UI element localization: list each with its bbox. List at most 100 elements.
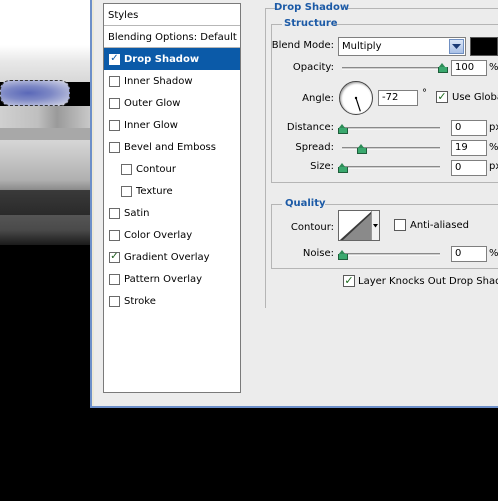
group-border: [265, 8, 266, 308]
style-item-gradient-overlay[interactable]: Gradient Overlay: [104, 246, 240, 268]
distance-input[interactable]: 0: [451, 120, 487, 136]
style-item-satin[interactable]: Satin: [104, 202, 240, 224]
use-global-light-checkbox[interactable]: [436, 91, 448, 103]
noise-input[interactable]: 0: [451, 246, 487, 262]
style-item-inner-glow[interactable]: Inner Glow: [104, 114, 240, 136]
styles-list: StylesBlending Options: Default Drop Shad…: [103, 3, 241, 393]
angle-label: Angle:: [302, 93, 334, 104]
drop-shadow-title: Drop Shadow: [274, 2, 350, 13]
style-checkbox-texture[interactable]: [121, 185, 132, 197]
noise-label: Noise:: [302, 248, 334, 259]
layer-knocks-out-label: Layer Knocks Out Drop Shadow: [358, 276, 498, 287]
style-item-color-overlay[interactable]: Color Overlay: [104, 224, 240, 246]
style-item-label: Outer Glow: [124, 97, 181, 109]
opacity-unit: %: [489, 62, 498, 73]
anti-aliased-checkbox[interactable]: [394, 219, 406, 231]
style-item-stroke[interactable]: Stroke: [104, 290, 240, 312]
size-unit: px: [489, 161, 498, 172]
style-item-drop-shadow[interactable]: Drop Shadow: [104, 48, 240, 70]
distance-slider-track[interactable]: [342, 127, 440, 130]
layer-knocks-out-checkbox[interactable]: [343, 275, 355, 287]
style-checkbox-stroke[interactable]: [109, 295, 120, 307]
canvas-band: [0, 190, 95, 215]
noise-slider-track[interactable]: [342, 253, 440, 256]
angle-unit: °: [422, 88, 427, 99]
style-checkbox-satin[interactable]: [109, 207, 120, 219]
distance-unit: px: [489, 122, 498, 133]
noise-slider-thumb[interactable]: [338, 250, 348, 260]
style-item-pattern-overlay[interactable]: Pattern Overlay: [104, 268, 240, 290]
quality-title: Quality: [285, 198, 326, 209]
style-item-inner-shadow[interactable]: Inner Shadow: [104, 70, 240, 92]
style-checkbox-contour[interactable]: [121, 163, 132, 175]
style-item-contour[interactable]: Contour: [104, 158, 240, 180]
style-item-label: Gradient Overlay: [124, 251, 210, 263]
angle-input[interactable]: -72: [378, 90, 418, 106]
noise-unit: %: [489, 248, 498, 259]
chevron-down-icon[interactable]: [449, 39, 464, 54]
distance-slider-thumb[interactable]: [338, 124, 348, 134]
style-checkbox-drop-shadow[interactable]: [109, 53, 120, 65]
blending-options-item[interactable]: Blending Options: Default: [104, 26, 240, 48]
structure-title: Structure: [284, 18, 338, 29]
contour-picker[interactable]: [338, 210, 380, 241]
styles-header[interactable]: Styles: [104, 4, 240, 26]
structure-border: [271, 182, 498, 183]
canvas-band: [0, 140, 95, 190]
size-slider-thumb[interactable]: [338, 163, 348, 173]
style-item-label: Contour: [136, 163, 176, 175]
blend-mode-select[interactable]: Multiply: [338, 37, 466, 56]
shadow-color-swatch[interactable]: [470, 37, 498, 56]
distance-label: Distance:: [286, 122, 334, 133]
angle-dial[interactable]: [339, 81, 373, 115]
contour-preview-icon: [340, 211, 372, 240]
stage: StylesBlending Options: Default Drop Shad…: [0, 0, 498, 501]
spread-label: Spread:: [295, 142, 334, 153]
style-item-bevel-and-emboss[interactable]: Bevel and Emboss: [104, 136, 240, 158]
style-item-label: Stroke: [124, 295, 156, 307]
opacity-slider-track[interactable]: [342, 67, 442, 70]
style-item-label: Satin: [124, 207, 150, 219]
structure-border: [271, 24, 282, 25]
style-item-label: Inner Glow: [124, 119, 178, 131]
style-checkbox-inner-glow[interactable]: [109, 119, 120, 131]
opacity-slider-thumb[interactable]: [438, 63, 448, 73]
size-label: Size:: [310, 161, 334, 172]
style-checkbox-bevel-and-emboss[interactable]: [109, 141, 120, 153]
blend-mode-value: Multiply: [342, 41, 382, 52]
style-item-texture[interactable]: Texture: [104, 180, 240, 202]
style-checkbox-inner-shadow[interactable]: [109, 75, 120, 87]
style-item-outer-glow[interactable]: Outer Glow: [104, 92, 240, 114]
style-item-label: Bevel and Emboss: [124, 141, 216, 153]
style-item-label: Texture: [136, 185, 173, 197]
contour-label: Contour:: [290, 222, 334, 233]
style-item-label: Pattern Overlay: [124, 273, 203, 285]
blend-mode-label: Blend Mode:: [271, 40, 334, 51]
style-checkbox-outer-glow[interactable]: [109, 97, 120, 109]
canvas-selection: [0, 80, 70, 106]
spread-slider-thumb[interactable]: [356, 144, 367, 154]
style-item-label: Color Overlay: [124, 229, 193, 241]
opacity-input[interactable]: 100: [451, 60, 487, 76]
anti-aliased-label: Anti-aliased: [410, 220, 470, 231]
style-item-label: Inner Shadow: [124, 75, 193, 87]
structure-border: [334, 24, 498, 25]
canvas-band: [0, 106, 95, 128]
size-slider-track[interactable]: [342, 166, 440, 169]
quality-border: [325, 204, 498, 205]
style-checkbox-gradient-overlay[interactable]: [109, 251, 120, 263]
spread-unit: %: [489, 142, 498, 153]
quality-border: [271, 268, 498, 269]
quality-border: [271, 204, 282, 205]
opacity-label: Opacity:: [292, 62, 334, 73]
spread-input[interactable]: 19: [451, 140, 487, 156]
size-input[interactable]: 0: [451, 160, 487, 176]
style-checkbox-color-overlay[interactable]: [109, 229, 120, 241]
canvas-background: [0, 0, 95, 82]
group-border: [346, 8, 498, 9]
style-item-label: Drop Shadow: [124, 53, 200, 65]
contour-dropdown-arrow-icon[interactable]: [371, 211, 379, 240]
canvas-band: [0, 128, 95, 140]
canvas-band: [0, 215, 95, 245]
style-checkbox-pattern-overlay[interactable]: [109, 273, 120, 285]
